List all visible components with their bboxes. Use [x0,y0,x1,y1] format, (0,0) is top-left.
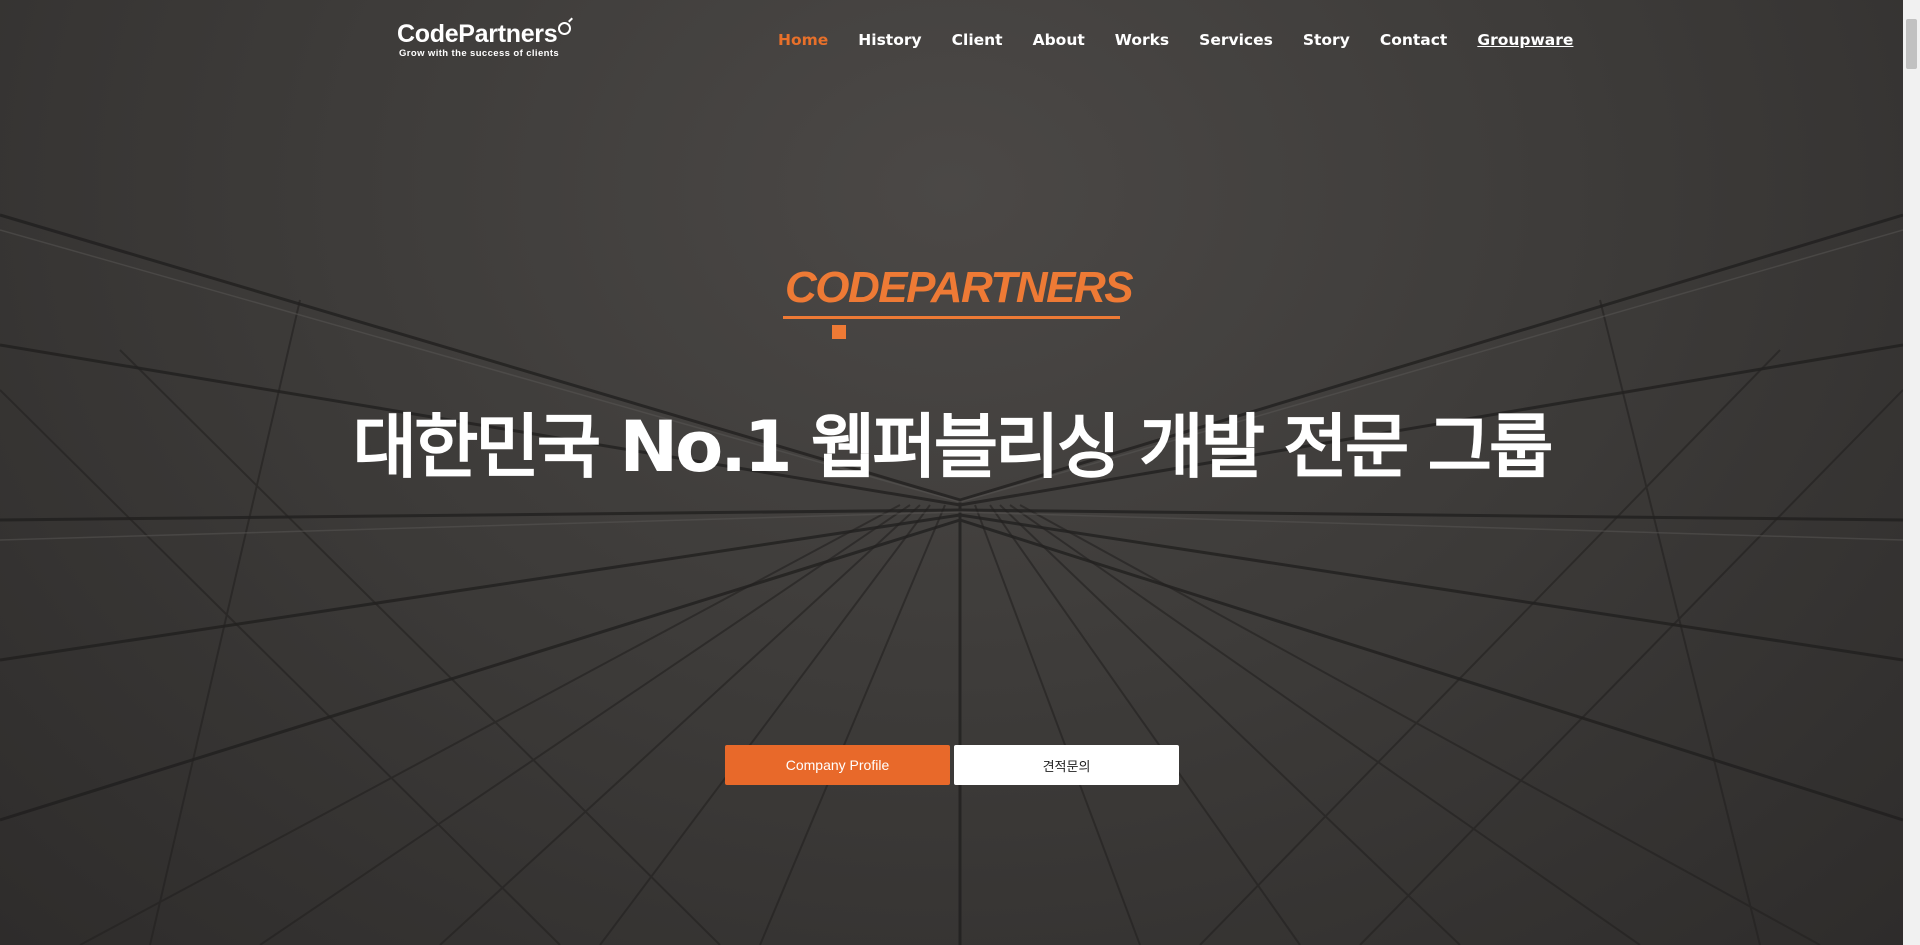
nav-home[interactable]: Home [778,31,828,49]
logo[interactable]: CodePartners Grow with the success of cl… [397,20,572,59]
logo-symbol-icon [558,22,572,35]
nav-works[interactable]: Works [1115,31,1169,49]
page-scrollbar[interactable] [1903,0,1920,945]
nav-story[interactable]: Story [1303,31,1350,49]
hero-headline: 대한민국 No.1 웹퍼블리싱 개발 전문 그룹 [352,406,1554,488]
site-header: CodePartners Grow with the success of cl… [0,0,1903,86]
hero-cta-group: Company Profile 견적문의 [725,745,1179,785]
brand-square-marker [832,325,846,339]
logo-tagline: Grow with the success of clients [399,48,560,59]
brand-underline [783,316,1120,319]
hero-brand: CODEPARTNERS [783,260,1134,339]
main-nav: Home History Client About Works Services… [778,31,1603,49]
logo-wordmark: CodePartners [397,20,572,48]
nav-groupware[interactable]: Groupware [1477,31,1573,49]
logo-text: CodePartners [397,20,558,48]
company-profile-button[interactable]: Company Profile [725,745,950,785]
page: CodePartners Grow with the success of cl… [0,0,1920,945]
nav-client[interactable]: Client [952,31,1003,49]
nav-about[interactable]: About [1033,31,1085,49]
nav-services[interactable]: Services [1199,31,1273,49]
quote-inquiry-button[interactable]: 견적문의 [954,745,1179,785]
brand-title: CODEPARTNERS [785,263,1134,312]
nav-history[interactable]: History [858,31,921,49]
scrollbar-thumb[interactable] [1906,19,1917,69]
nav-contact[interactable]: Contact [1380,31,1448,49]
